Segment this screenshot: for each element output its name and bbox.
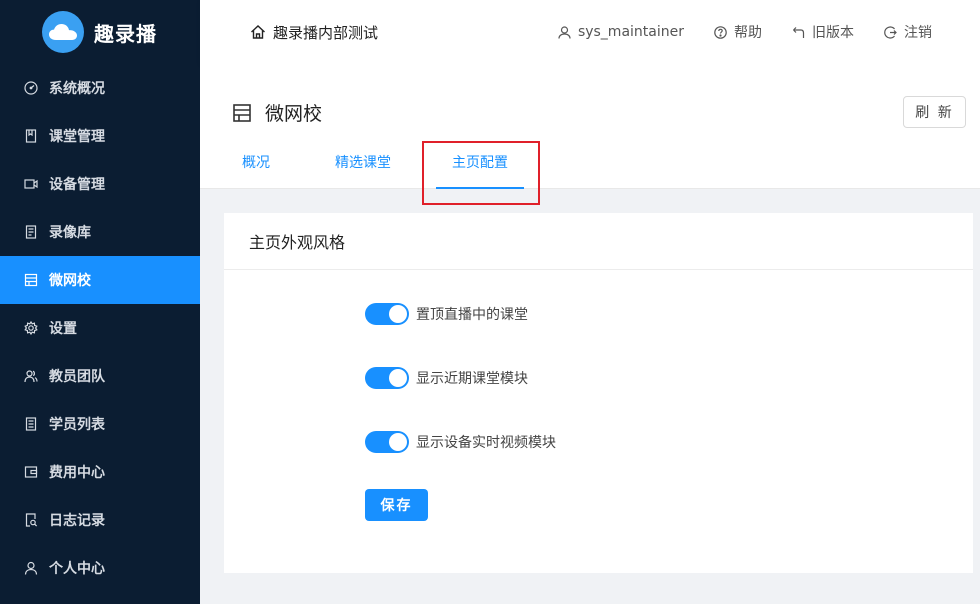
- team-icon: [24, 369, 38, 383]
- tab-featured-classes[interactable]: 精选课堂: [333, 152, 393, 189]
- list-icon: [24, 417, 38, 431]
- wallet-icon: [24, 465, 38, 479]
- toggle-label: 显示近期课堂模块: [416, 371, 528, 387]
- sidebar-item-label: 学员列表: [49, 417, 105, 433]
- tab-label: 主页配置: [452, 155, 508, 171]
- tab-bar: 概况 精选课堂 主页配置: [200, 152, 980, 189]
- toggle-row-pin-live: 置顶直播中的课堂: [365, 303, 528, 325]
- sidebar-nav: 系统概况 课堂管理 设备管理 录像库 微网校 设置 教员团队 学员列表 费用中心…: [0, 64, 200, 592]
- tab-label: 精选课堂: [335, 155, 391, 171]
- cloud-logo-icon: [42, 11, 84, 53]
- sidebar: 趣录播 系统概况 课堂管理 设备管理 录像库 微网校 设置 教员团队 学员列表 …: [0, 0, 200, 604]
- sidebar-item-label: 个人中心: [49, 561, 105, 577]
- pin-live-toggle[interactable]: [365, 303, 409, 325]
- sidebar-item-library[interactable]: 录像库: [0, 208, 200, 256]
- toggle-label: 显示设备实时视频模块: [416, 435, 556, 451]
- sidebar-item-label: 微网校: [49, 273, 91, 289]
- sidebar-item-micro-school[interactable]: 微网校: [0, 256, 200, 304]
- toggle-label: 置顶直播中的课堂: [416, 307, 528, 323]
- toggle-knob: [389, 369, 407, 387]
- sidebar-item-label: 设置: [49, 321, 77, 337]
- sidebar-item-logs[interactable]: 日志记录: [0, 496, 200, 544]
- gear-icon: [24, 321, 38, 335]
- brand-name: 趣录播: [94, 21, 157, 46]
- sidebar-item-devices[interactable]: 设备管理: [0, 160, 200, 208]
- sidebar-item-label: 系统概况: [49, 81, 105, 97]
- sidebar-item-students[interactable]: 学员列表: [0, 400, 200, 448]
- device-video-toggle[interactable]: [365, 431, 409, 453]
- old-version-link[interactable]: 旧版本: [792, 22, 854, 42]
- top-header: 趣录播内部测试 sys_maintainer 帮助 旧版本 注销: [200, 0, 980, 64]
- dashboard-icon: [24, 81, 38, 95]
- logout-icon: [884, 25, 897, 39]
- old-version-label: 旧版本: [812, 25, 854, 41]
- tab-label: 概况: [242, 155, 270, 171]
- toggle-knob: [389, 305, 407, 323]
- user-icon: [558, 25, 571, 39]
- toggle-row-recent-classes: 显示近期课堂模块: [365, 367, 528, 389]
- sidebar-item-label: 日志记录: [49, 513, 105, 529]
- tab-overview[interactable]: 概况: [241, 152, 271, 189]
- sidebar-item-settings[interactable]: 设置: [0, 304, 200, 352]
- sidebar-item-classroom[interactable]: 课堂管理: [0, 112, 200, 160]
- header-actions: sys_maintainer 帮助 旧版本 注销: [528, 22, 932, 42]
- sidebar-item-team[interactable]: 教员团队: [0, 352, 200, 400]
- file-search-icon: [24, 513, 38, 527]
- breadcrumb-label: 趣录播内部测试: [273, 23, 379, 42]
- home-icon: [251, 25, 265, 39]
- sidebar-item-overview[interactable]: 系统概况: [0, 64, 200, 112]
- logout-label: 注销: [904, 25, 932, 41]
- toggle-row-device-video: 显示设备实时视频模块: [365, 431, 556, 453]
- sidebar-item-billing[interactable]: 费用中心: [0, 448, 200, 496]
- help-label: 帮助: [734, 25, 762, 41]
- active-tab-indicator: [436, 187, 524, 189]
- sidebar-item-label: 设备管理: [49, 177, 105, 193]
- recent-classes-toggle[interactable]: [365, 367, 409, 389]
- user-icon: [24, 561, 38, 575]
- sidebar-item-label: 课堂管理: [49, 129, 105, 145]
- brand[interactable]: 趣录播: [0, 0, 200, 64]
- page-header: 微网校 刷 新 概况 精选课堂 主页配置: [200, 64, 980, 189]
- rollback-icon: [793, 26, 805, 38]
- question-circle-icon: [714, 25, 727, 39]
- help-link[interactable]: 帮助: [714, 22, 762, 42]
- toggle-knob: [389, 433, 407, 451]
- username: sys_maintainer: [577, 24, 684, 40]
- homepage-style-card: 主页外观风格 置顶直播中的课堂 显示近期课堂模块 显示设备实时视频模块 保存: [224, 213, 973, 573]
- page-title-text: 微网校: [265, 103, 323, 125]
- breadcrumb[interactable]: 趣录播内部测试: [250, 22, 378, 43]
- tab-homepage-config[interactable]: 主页配置: [436, 152, 524, 189]
- sidebar-item-label: 录像库: [49, 225, 91, 241]
- book-icon: [24, 129, 38, 143]
- card-title: 主页外观风格: [224, 213, 973, 270]
- user-menu[interactable]: sys_maintainer: [558, 24, 684, 40]
- shop-icon: [24, 273, 38, 287]
- save-button[interactable]: 保存: [365, 489, 428, 521]
- refresh-button[interactable]: 刷 新: [903, 96, 966, 128]
- page-title: 微网校: [232, 99, 322, 126]
- logout-link[interactable]: 注销: [884, 22, 932, 42]
- sidebar-item-profile[interactable]: 个人中心: [0, 544, 200, 592]
- shop-icon: [233, 103, 251, 122]
- sidebar-item-label: 费用中心: [49, 465, 105, 481]
- sidebar-item-label: 教员团队: [49, 369, 105, 385]
- video-camera-icon: [24, 177, 38, 191]
- file-text-icon: [24, 225, 38, 239]
